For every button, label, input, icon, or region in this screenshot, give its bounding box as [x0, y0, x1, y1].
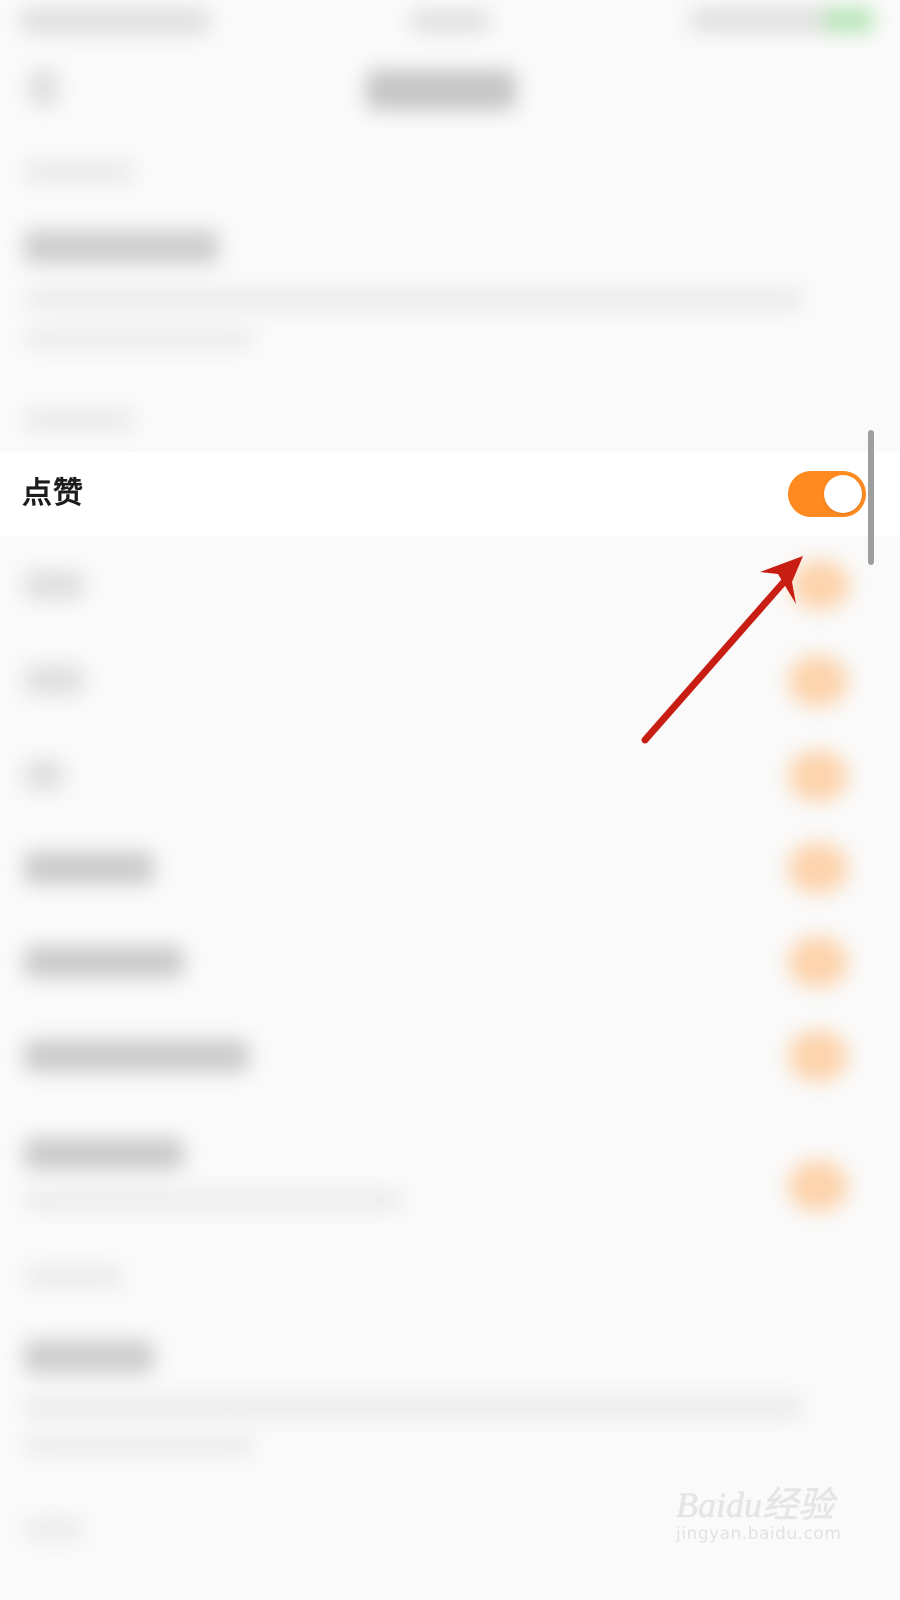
- row-toggle-blur-4: [788, 842, 848, 894]
- setting-title-blur: [24, 230, 219, 264]
- row-label-blur-1: [24, 570, 84, 600]
- row-toggle-blur-7: [788, 1160, 848, 1212]
- row-toggle-blur-5: [788, 936, 848, 988]
- settings-screen: 点赞 Baidu经验 jingyan.baidu.com: [0, 0, 900, 1600]
- row-desc-blur-7: [24, 1190, 404, 1210]
- section-header-blur: [24, 160, 134, 184]
- toggle-knob: [824, 475, 862, 513]
- setting-desc-blur-2: [24, 328, 254, 348]
- row-label-blur-5: [24, 946, 184, 978]
- row-toggle-blur-1: [790, 560, 850, 610]
- setting-title-blur-2: [24, 1340, 154, 1374]
- row-label-blur-3: [24, 760, 64, 790]
- like-setting-label: 点赞: [22, 476, 84, 511]
- like-setting-row: [0, 452, 900, 536]
- row-label-blur-2: [24, 665, 84, 695]
- setting-desc-blur-1: [24, 288, 804, 310]
- battery-icon: [824, 8, 874, 32]
- row-label-blur-6: [24, 1040, 249, 1072]
- setting-desc-blur-3: [24, 1396, 804, 1418]
- section-header-blur-3: [24, 1266, 124, 1288]
- row-toggle-blur-6: [788, 1030, 848, 1082]
- setting-desc-blur-4: [24, 1436, 254, 1456]
- section-header-blur-2: [24, 408, 134, 432]
- section-header-blur-4: [24, 1518, 84, 1540]
- like-toggle-switch[interactable]: [788, 471, 866, 517]
- row-toggle-blur-2: [788, 655, 848, 707]
- watermark-url: jingyan.baidu.com: [676, 1524, 842, 1544]
- scrollbar[interactable]: [868, 430, 874, 565]
- row-label-blur-7: [24, 1138, 184, 1170]
- row-label-blur-4: [24, 852, 154, 884]
- row-toggle-blur-3: [788, 750, 848, 802]
- status-bar-center-blur: [410, 10, 490, 32]
- status-bar-icons-blur: [690, 8, 830, 32]
- baidu-jingyan-watermark: Baidu经验 jingyan.baidu.com: [676, 1476, 846, 1556]
- watermark-logo: Baidu经验: [676, 1485, 834, 1525]
- back-icon[interactable]: [28, 70, 58, 106]
- page-title-blur: [366, 70, 516, 110]
- status-bar-time-blur: [20, 8, 210, 34]
